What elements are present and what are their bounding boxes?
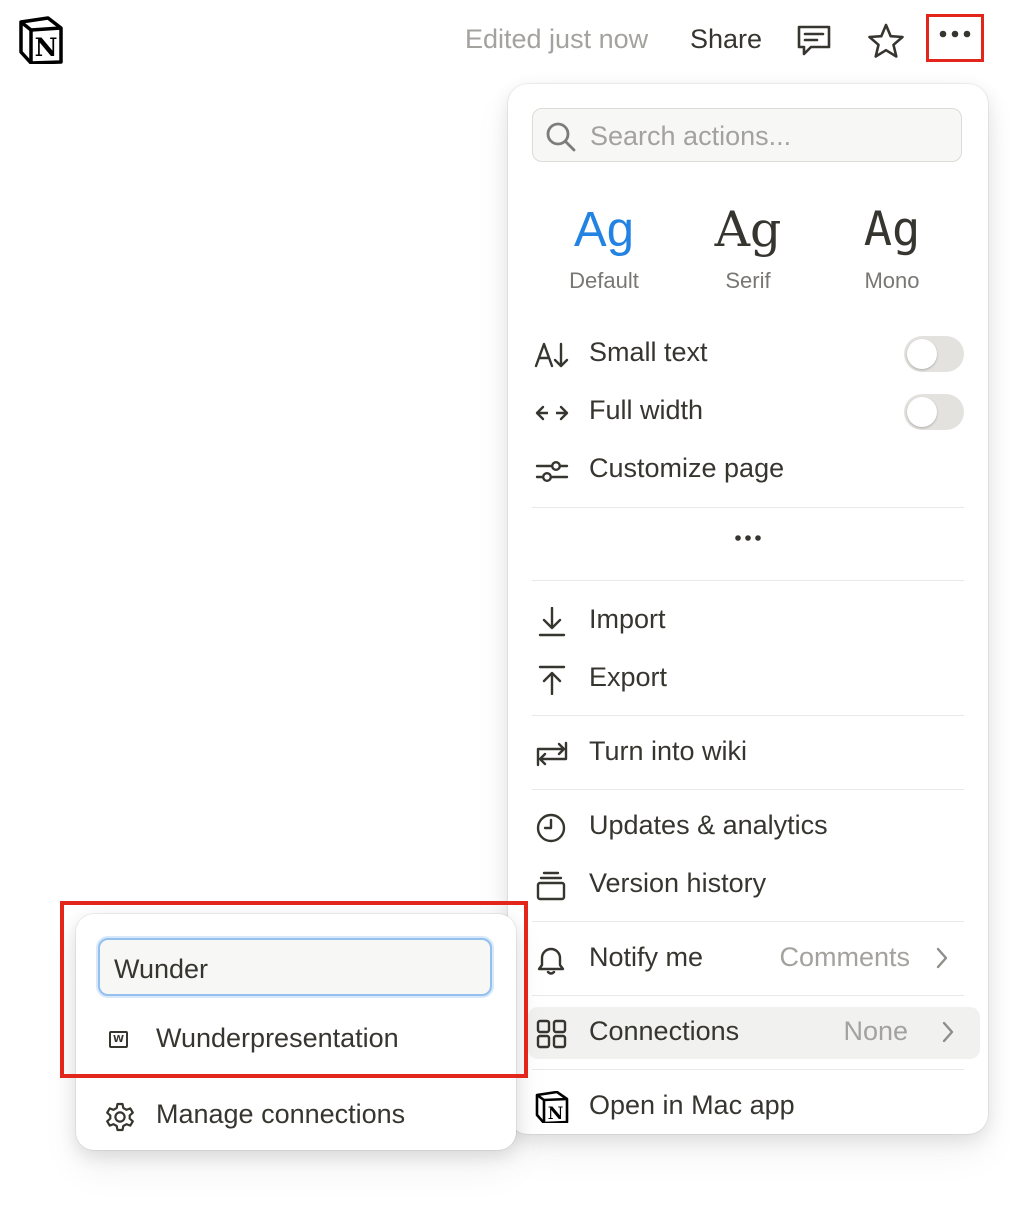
divider — [532, 1069, 964, 1070]
font-label: Mono — [864, 268, 920, 293]
more-icon — [939, 30, 971, 38]
font-option-default[interactable]: Ag Default — [532, 202, 676, 302]
logo-letter: N — [35, 33, 58, 62]
open-in-mac-app-row[interactable]: N Open in Mac app — [528, 1081, 968, 1133]
font-option-mono[interactable]: Ag Mono — [820, 202, 964, 302]
small-text-label: Small text — [589, 337, 708, 367]
full-width-toggle[interactable] — [904, 394, 964, 430]
small-text-toggle[interactable] — [904, 336, 964, 372]
manage-connections-row[interactable]: Manage connections — [100, 1090, 492, 1142]
open-in-mac-app-label: Open in Mac app — [589, 1090, 795, 1120]
show-more-button[interactable] — [532, 526, 964, 562]
star-icon[interactable] — [866, 22, 906, 60]
notion-app-icon: N — [534, 1091, 570, 1123]
search-actions-field[interactable] — [532, 108, 962, 162]
font-sample: Ag — [714, 201, 782, 258]
divider — [532, 995, 964, 996]
import-row[interactable]: Import — [528, 595, 968, 647]
connection-search-field[interactable] — [98, 938, 492, 996]
font-sample: Ag — [863, 202, 921, 257]
chevron-right-icon — [936, 947, 948, 969]
page-options-menu: Ag Default Ag Serif Ag Mono Small text F… — [508, 84, 988, 1134]
version-history-label: Version history — [589, 868, 767, 898]
toggle-knob — [907, 397, 937, 427]
convert-icon — [534, 739, 570, 769]
connection-result-label: Wunderpresentation — [156, 1023, 399, 1053]
full-width-label: Full width — [589, 395, 704, 425]
search-icon — [546, 122, 576, 152]
connection-result-item[interactable]: W Wunderpresentation — [100, 1014, 492, 1066]
gear-icon — [104, 1102, 136, 1132]
export-label: Export — [589, 662, 668, 692]
connection-search-input[interactable] — [112, 950, 476, 988]
notify-me-value: Comments — [779, 942, 910, 972]
grid-icon — [534, 1019, 570, 1049]
import-label: Import — [589, 604, 666, 634]
updates-analytics-row[interactable]: Updates & analytics — [528, 801, 968, 853]
connections-popover: W Wunderpresentation Manage connections — [76, 914, 516, 1150]
connections-row[interactable]: Connections None — [528, 1007, 980, 1059]
bell-icon — [534, 945, 570, 975]
chevron-right-icon — [942, 1021, 954, 1043]
version-history-row[interactable]: Version history — [528, 859, 968, 911]
export-icon — [534, 665, 570, 695]
small-text-icon — [534, 340, 570, 370]
divider — [532, 789, 964, 790]
export-row[interactable]: Export — [528, 653, 968, 705]
updates-analytics-label: Updates & analytics — [589, 810, 828, 840]
sliders-icon — [534, 456, 570, 486]
comment-icon[interactable] — [794, 22, 834, 60]
font-label: Serif — [725, 268, 771, 293]
customize-page-label: Customize page — [589, 453, 785, 483]
logo-letter: N — [548, 1104, 564, 1123]
font-option-serif[interactable]: Ag Serif — [676, 202, 820, 302]
divider — [532, 580, 964, 581]
font-sample: Ag — [574, 203, 634, 257]
clock-icon — [534, 813, 570, 843]
manage-connections-label: Manage connections — [156, 1099, 406, 1129]
history-icon — [534, 871, 570, 901]
divider — [532, 715, 964, 716]
full-width-row[interactable]: Full width — [528, 386, 968, 438]
notion-logo[interactable]: N — [18, 16, 64, 64]
import-icon — [534, 607, 570, 637]
notify-me-row[interactable]: Notify me Comments — [528, 933, 968, 985]
more-icon — [735, 535, 761, 541]
customize-page-row[interactable]: Customize page — [528, 444, 968, 496]
edited-status: Edited just now — [465, 24, 649, 54]
font-label: Default — [569, 268, 639, 293]
more-options-button[interactable] — [926, 14, 984, 62]
turn-into-wiki-row[interactable]: Turn into wiki — [528, 727, 968, 779]
turn-into-wiki-label: Turn into wiki — [589, 736, 748, 766]
divider — [532, 507, 964, 508]
notify-me-label: Notify me — [589, 942, 704, 972]
search-actions-input[interactable] — [588, 117, 952, 155]
share-button[interactable]: Share — [690, 24, 762, 55]
connections-value: None — [843, 1016, 908, 1046]
small-text-row[interactable]: Small text — [528, 328, 968, 380]
divider — [532, 921, 964, 922]
full-width-icon — [534, 398, 570, 428]
wunder-app-icon: W — [109, 1031, 128, 1048]
connections-label: Connections — [589, 1016, 740, 1046]
toggle-knob — [907, 339, 937, 369]
